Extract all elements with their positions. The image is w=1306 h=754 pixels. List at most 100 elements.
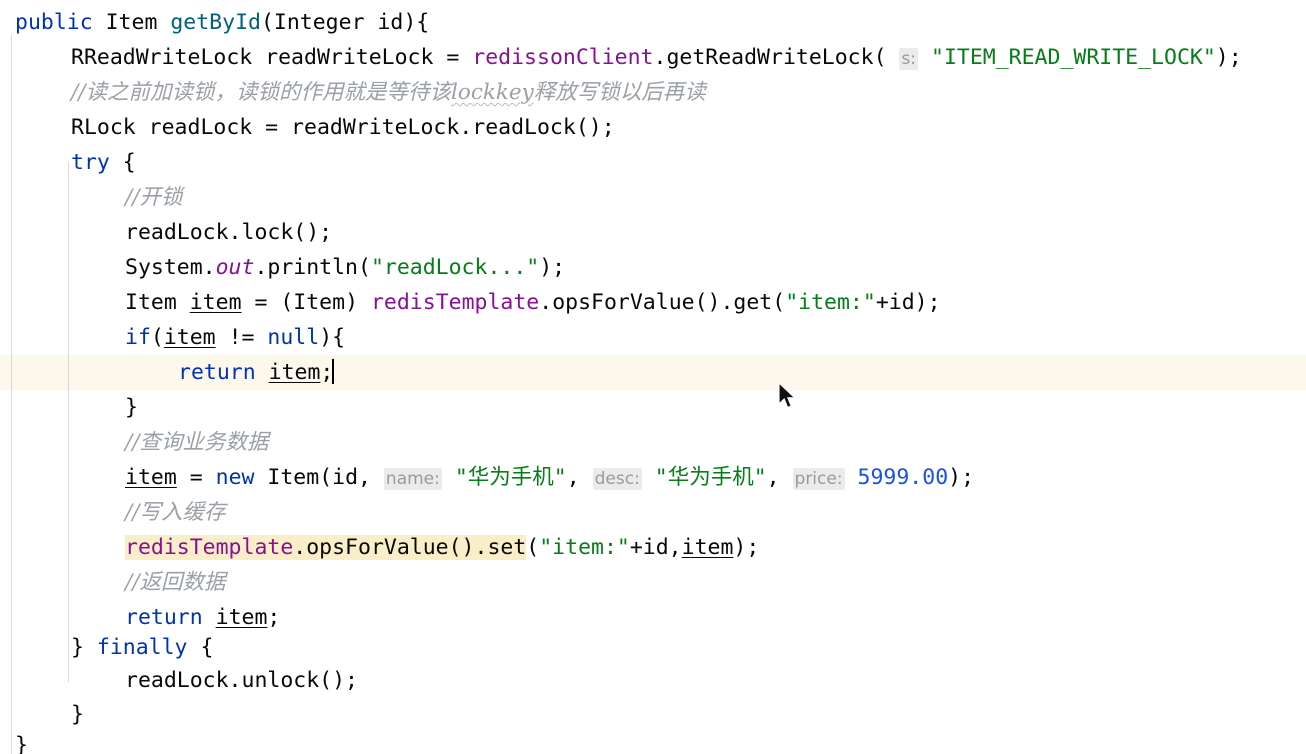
code-token-field: redisTemplate [125,535,294,560]
typo-underlined-word: lockkey [451,80,534,105]
code-token-method: getById [170,10,261,35]
code-line[interactable]: } [0,728,1306,754]
code-token-type: Item [125,290,190,315]
code-line[interactable]: //返回数据 [0,565,1306,600]
code-line[interactable]: redisTemplate.opsForValue().set("item:"+… [0,530,1306,565]
code-line[interactable]: readLock.lock(); [0,215,1306,250]
code-line[interactable]: } [0,697,1306,732]
code-token-kw: if [125,325,151,350]
code-token-hint: s: [899,48,919,70]
code-token-punct: } [71,635,97,660]
code-token-ident [203,605,216,630]
code-line[interactable]: Item item = (Item) redisTemplate.opsForV… [0,285,1306,320]
code-token-punct: } [15,733,28,754]
code-token-ident: RLock readLock = readWriteLock.readLock(… [71,115,615,140]
code-token-str: "item:" [539,535,630,560]
code-line[interactable]: RReadWriteLock readWriteLock = redissonC… [0,40,1306,75]
code-token-punct [845,465,858,490]
code-comment: //查询业务数据 [125,430,269,455]
code-token-type: Item [105,10,171,35]
code-token-punct: ( [873,45,900,70]
code-line[interactable]: if(item != null){ [0,320,1306,355]
code-token-ident: +id, [629,535,682,560]
code-token-local: item [268,360,321,385]
code-token-local: item [215,605,268,630]
code-token-ident: id [377,10,404,35]
code-token-type: Integer [273,10,378,35]
code-token-local: item [163,325,216,350]
code-token-ident: .opsForValue().get( [539,290,786,315]
code-token-local: item [125,465,177,490]
code-token-kw: finally [96,635,188,660]
code-token-punct: ); [539,255,566,280]
code-token-punct: ( [260,10,274,35]
code-token-str: "华为手机" [654,465,767,490]
code-token-ident: +id); [875,290,941,315]
code-line[interactable]: return item; [0,355,1306,390]
code-token-punct: ){ [403,10,430,35]
code-token-num: 5999.00 [857,465,949,490]
code-line[interactable]: readLock.unlock(); [0,663,1306,698]
code-token-punct: ); [733,535,760,560]
code-token-hint: price: [792,468,845,490]
code-token-kw: new [215,465,255,490]
code-editor[interactable]: public Item getById(Integer id){RReadWri… [0,0,1306,754]
code-token-kw: return [178,360,256,385]
code-token-punct: ){ [319,325,346,350]
code-token-punct: . [653,45,667,70]
code-token-staticf: out [215,255,255,280]
code-token-punct [642,465,655,490]
code-line[interactable]: public Item getById(Integer id){ [0,5,1306,40]
code-token-ident [256,360,269,385]
code-token-local: item [681,535,734,560]
code-token-ident: readLock.lock(); [125,220,333,245]
code-token-ident: getReadWriteLock [666,45,874,70]
comment-text: //读之前加读锁，读锁的作用就是等待该 [71,80,451,105]
code-token-ident: = (Item) [241,290,371,315]
code-token-punct: , [566,465,593,490]
text-caret [332,359,335,384]
code-token-hint: name: [383,468,442,490]
code-line[interactable]: } [0,390,1306,425]
code-token-str: "ITEM_READ_WRITE_LOCK" [931,45,1216,70]
code-token-hint: desc: [592,468,642,490]
code-comment: //读之前加读锁，读锁的作用就是等待该lockkey释放写锁以后再读 [71,80,706,105]
code-token-punct: } [125,395,138,420]
code-token-punct: ; [267,605,281,630]
code-token-ident: System. [125,255,216,280]
code-line[interactable]: } finally { [0,630,1306,665]
code-comment: //返回数据 [125,570,226,595]
code-line[interactable]: try { [0,145,1306,180]
code-token-punct: { [109,150,136,175]
code-line[interactable]: System.out.println("readLock..."); [0,250,1306,285]
code-token-punct: ( [526,535,540,560]
code-line[interactable]: //读之前加读锁，读锁的作用就是等待该lockkey释放写锁以后再读 [0,75,1306,110]
code-token-ident: readLock.unlock(); [125,668,358,693]
code-token-punct: ); [1215,45,1242,70]
code-token-punct [918,45,931,70]
code-token-ident: .println( [254,255,371,280]
code-token-str: "readLock..." [370,255,540,280]
code-comment: //开锁 [125,185,183,210]
code-token-kw: try [71,150,110,175]
code-token-punct [442,465,455,490]
code-token-kw: public [15,10,106,35]
code-line[interactable]: //查询业务数据 [0,425,1306,460]
code-line[interactable]: item = new Item(id, name: "华为手机", desc: … [0,460,1306,495]
code-token-ident: != [215,325,268,350]
code-line[interactable]: //写入缓存 [0,495,1306,530]
code-token-ident: = [176,465,216,490]
code-comment: //写入缓存 [125,500,226,525]
code-token-punct: , [766,465,793,490]
comment-text: 释放写锁以后再读 [533,80,706,105]
code-token-ident: RReadWriteLock readWriteLock = [71,45,473,70]
code-line[interactable]: //开锁 [0,180,1306,215]
code-token-str: "item:" [785,290,876,315]
code-token-punct: { [187,635,214,660]
code-token-punct: ( [150,325,164,350]
code-token-ident: Item(id, [254,465,384,490]
code-token-field: redisTemplate [370,290,540,315]
code-token-punct: ); [948,465,975,490]
code-token-local: item [189,290,242,315]
code-line[interactable]: RLock readLock = readWriteLock.readLock(… [0,110,1306,145]
